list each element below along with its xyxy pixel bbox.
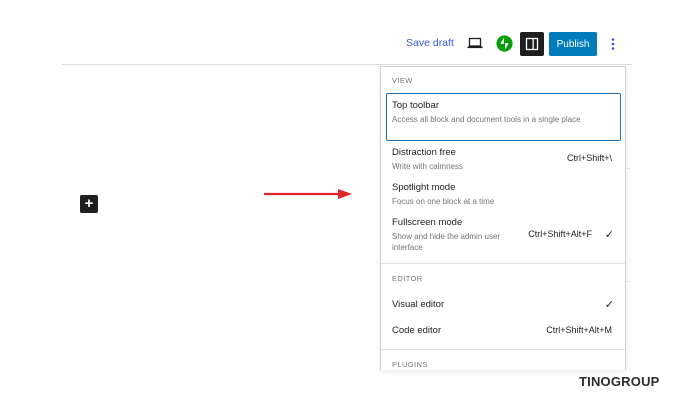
menu-item-shortcut: Ctrl+Shift+\ bbox=[566, 153, 612, 163]
view-section-heading: VIEW bbox=[392, 76, 413, 85]
menu-item-title: Visual editor bbox=[392, 299, 445, 310]
plugins-section-heading: PLUGINS bbox=[392, 360, 428, 369]
tino-group-watermark: TINOGROUP bbox=[579, 374, 660, 389]
add-block-button[interactable]: + bbox=[80, 195, 98, 213]
menu-item-top-toolbar[interactable]: Top toolbar Access all block and documen… bbox=[392, 100, 614, 125]
canvas-edge-mark bbox=[627, 168, 630, 169]
menu-item-title: Fullscreen mode bbox=[392, 217, 463, 228]
menu-item-distraction-free[interactable]: Distraction free Write with calmness Ctr… bbox=[392, 147, 614, 172]
menu-item-title: Top toolbar bbox=[392, 100, 440, 111]
check-icon: ✓ bbox=[604, 229, 614, 241]
plus-icon: + bbox=[84, 195, 94, 212]
menu-item-fullscreen-mode[interactable]: Fullscreen mode Show and hide the admin … bbox=[392, 217, 614, 253]
settings-sidebar-button[interactable] bbox=[520, 32, 544, 56]
menu-item-description: Show and hide the admin user interface bbox=[392, 232, 501, 253]
editor-section-heading: EDITOR bbox=[392, 274, 423, 283]
menu-item-shortcut: Ctrl+Shift+Alt+F bbox=[528, 229, 592, 239]
jetpack-icon[interactable] bbox=[496, 35, 513, 52]
settings-sidebar-icon bbox=[525, 37, 539, 51]
arrow-annotation bbox=[264, 189, 352, 199]
canvas-edge-mark bbox=[627, 281, 630, 282]
menu-item-title: Spotlight mode bbox=[392, 182, 456, 193]
save-draft-button[interactable]: Save draft bbox=[406, 37, 454, 49]
menu-item-description: Access all block and document tools in a… bbox=[392, 115, 581, 124]
publish-button[interactable]: Publish bbox=[549, 32, 597, 56]
desktop-preview-icon[interactable] bbox=[467, 36, 483, 50]
brand-part-2: GROUP bbox=[610, 374, 660, 389]
menu-item-description: Focus on one block at a time bbox=[392, 197, 495, 206]
more-options-icon[interactable] bbox=[607, 36, 619, 52]
menu-item-visual-editor[interactable]: Visual editor ✓ bbox=[392, 299, 614, 311]
header-divider bbox=[62, 64, 632, 65]
menu-item-spotlight-mode[interactable]: Spotlight mode Focus on one block at a t… bbox=[392, 182, 614, 207]
view-options-menu: VIEW Top toolbar Access all block and do… bbox=[380, 66, 626, 370]
menu-divider bbox=[381, 263, 625, 264]
menu-item-shortcut: Ctrl+Shift+Alt+M bbox=[546, 325, 612, 335]
brand-part-1: TINO bbox=[579, 374, 611, 389]
menu-item-code-editor[interactable]: Code editor Ctrl+Shift+Alt+M bbox=[392, 325, 614, 336]
check-icon: ✓ bbox=[604, 299, 614, 311]
menu-divider bbox=[381, 349, 625, 350]
